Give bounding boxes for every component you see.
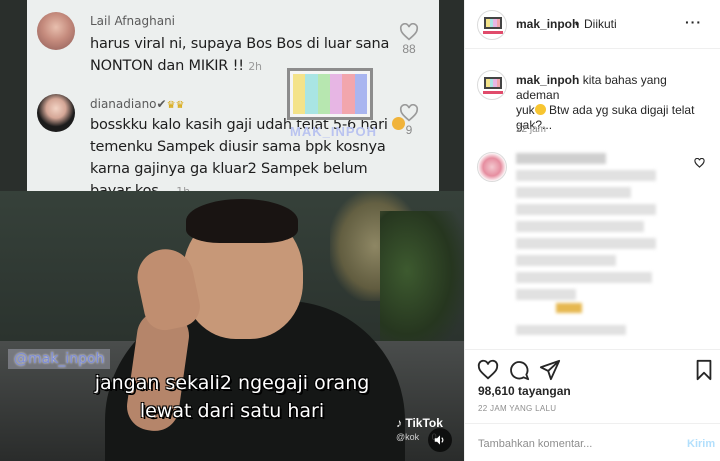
blurred-text bbox=[516, 289, 576, 300]
color-bar bbox=[317, 74, 330, 114]
blurred-text bbox=[516, 272, 652, 283]
tiktok-comments-screenshot: Lail Afnaghani harus viral ni, supaya Bo… bbox=[27, 0, 439, 199]
post-date[interactable]: 22 JAM YANG LALU bbox=[478, 404, 556, 413]
color-bar bbox=[496, 79, 500, 87]
tv-logo-icon bbox=[484, 17, 502, 29]
tv-logo-icon bbox=[484, 77, 502, 89]
comment-like-icon[interactable] bbox=[694, 158, 705, 168]
logo-label-bar bbox=[483, 91, 503, 94]
send-comment-button[interactable]: Kirim bbox=[687, 438, 715, 450]
commenter-name-text: dianadiano bbox=[90, 97, 157, 111]
tiktok-logo-icon: ♪ bbox=[396, 416, 402, 430]
header-dot: • bbox=[575, 17, 580, 31]
bookmark-icon[interactable] bbox=[693, 359, 715, 381]
caption-text: Btw ada yg suka digaji telat bbox=[545, 103, 695, 117]
blurred-text bbox=[516, 204, 656, 215]
grin-emoji-icon bbox=[534, 104, 546, 115]
comment-line: karna gajinya ga kluar2 Sampek belum bbox=[90, 161, 368, 177]
add-comment-bar: Tambahkan komentar... Kirim bbox=[465, 423, 720, 461]
color-bar bbox=[293, 74, 306, 114]
color-bar bbox=[496, 19, 500, 27]
video-watermark-tag: @mak_inpoh bbox=[8, 349, 111, 369]
more-options-icon[interactable]: ··· bbox=[685, 14, 702, 30]
blurred-text bbox=[516, 153, 606, 164]
blurred-text bbox=[516, 170, 656, 181]
caption-username[interactable]: mak_inpoh bbox=[516, 73, 579, 87]
blurred-text bbox=[516, 221, 644, 232]
watermark-logo bbox=[287, 68, 373, 120]
color-bar bbox=[354, 74, 367, 114]
commenter-name: Lail Afnaghani bbox=[90, 14, 176, 28]
header-username[interactable]: mak_inpoh bbox=[516, 17, 579, 31]
background-plant bbox=[380, 211, 464, 361]
view-count[interactable]: 98,610 tayangan bbox=[478, 384, 571, 398]
logo-label-bar bbox=[483, 31, 503, 34]
commenter-name: dianadiano✔♛♛ bbox=[90, 97, 185, 111]
commenter-avatar bbox=[37, 94, 75, 132]
caption-avatar[interactable] bbox=[477, 70, 507, 100]
post-media[interactable]: Lail Afnaghani harus viral ni, supaya Bo… bbox=[0, 0, 464, 461]
watermark-text: MAK_INPOH bbox=[290, 124, 378, 139]
profile-avatar[interactable] bbox=[477, 10, 507, 40]
crown-icon: ♛♛ bbox=[166, 100, 185, 111]
person-hair bbox=[186, 199, 298, 243]
verified-icon: ✔ bbox=[156, 97, 167, 111]
commenter-avatar bbox=[37, 12, 75, 50]
heart-icon bbox=[399, 23, 419, 41]
caption-time: 22 jam bbox=[516, 124, 547, 135]
post-header: mak_inpoh • Diikuti ··· bbox=[465, 0, 720, 49]
blurred-meta bbox=[516, 325, 626, 335]
comment-line-text: NONTON dan MIKIR !! bbox=[90, 58, 244, 74]
like-count: 88 bbox=[402, 42, 416, 56]
comment-line: temenku Sampek diusir sama bpk kosnya bbox=[90, 139, 386, 155]
tiktok-handle-text: @kok bbox=[396, 432, 420, 442]
share-icon[interactable] bbox=[539, 359, 561, 381]
blurred-emoji bbox=[556, 303, 582, 313]
subtitle-line-1: jangan sekali2 ngegaji orang bbox=[94, 372, 370, 394]
like-count: 9 bbox=[405, 123, 413, 137]
speaker-icon bbox=[434, 435, 444, 445]
subtitle-line-2: lewat dari satu hari bbox=[139, 400, 325, 422]
action-bar bbox=[465, 349, 720, 389]
color-bar bbox=[342, 74, 355, 114]
color-bar bbox=[305, 74, 318, 114]
blurred-text bbox=[516, 187, 631, 198]
caption-text: yuk bbox=[516, 103, 535, 117]
comment-line: harus viral ni, supaya Bos Bos di luar s… bbox=[90, 36, 390, 52]
comment-icon[interactable] bbox=[508, 359, 530, 381]
post-sidebar: mak_inpoh • Diikuti ··· mak_inpoh kita b… bbox=[464, 0, 720, 461]
blurred-text bbox=[516, 238, 656, 249]
comment-time: 2h bbox=[248, 60, 262, 73]
follow-status-button[interactable]: Diikuti bbox=[584, 17, 617, 31]
blurred-commenter-avatar[interactable] bbox=[477, 152, 507, 182]
sound-toggle-button[interactable] bbox=[428, 428, 452, 452]
blurred-text bbox=[516, 255, 616, 266]
heart-icon bbox=[399, 104, 419, 122]
like-icon[interactable] bbox=[477, 359, 499, 381]
color-bar bbox=[329, 74, 343, 114]
comment-input[interactable]: Tambahkan komentar... bbox=[478, 438, 592, 450]
